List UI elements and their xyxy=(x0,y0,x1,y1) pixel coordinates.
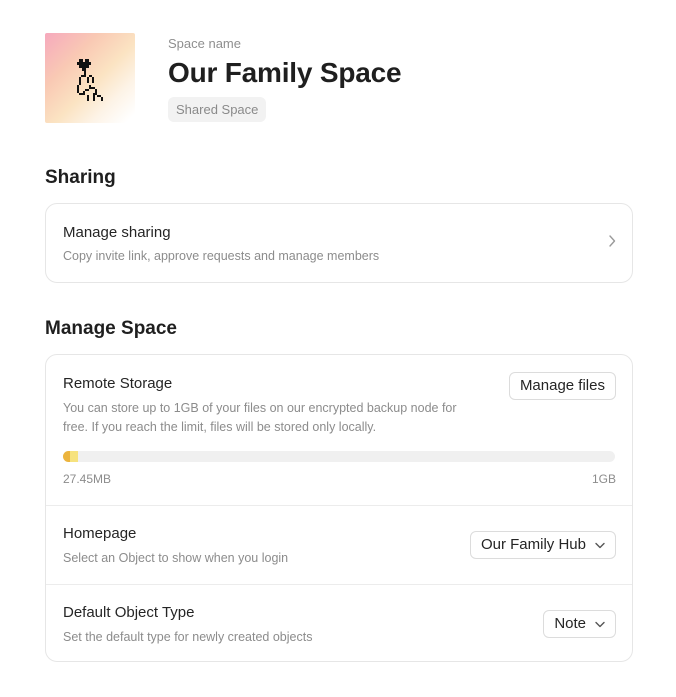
storage-used-label: 27.45MB xyxy=(63,472,112,486)
sharing-section-title: Sharing xyxy=(45,167,116,188)
sharing-card: Manage sharing Copy invite link, approve… xyxy=(45,203,633,283)
storage-limit-label: 1GB xyxy=(591,472,616,486)
storage-usage-bar xyxy=(63,451,615,462)
chevron-down-icon xyxy=(595,621,605,627)
homepage-title: Homepage xyxy=(63,525,137,542)
hand-heart-icon xyxy=(77,59,103,101)
remote-storage-description: You can store up to 1GB of your files on… xyxy=(63,399,457,437)
homepage-select-value: Our Family Hub xyxy=(480,536,586,553)
storage-usage-segment-primary xyxy=(63,451,70,462)
manage-files-button[interactable]: Manage files xyxy=(508,372,616,400)
remote-storage-row: Remote Storage You can store up to 1GB o… xyxy=(46,355,632,506)
default-object-type-select-value: Note xyxy=(554,615,586,632)
manage-sharing-title: Manage sharing xyxy=(63,224,171,241)
chevron-down-icon xyxy=(595,542,605,548)
default-object-type-title: Default Object Type xyxy=(63,604,195,621)
manage-space-card: Remote Storage You can store up to 1GB o… xyxy=(45,354,633,662)
default-object-type-select[interactable]: Note xyxy=(543,610,616,638)
chevron-right-icon xyxy=(609,235,616,247)
manage-space-section-title: Manage Space xyxy=(45,318,177,339)
homepage-description: Select an Object to show when you login xyxy=(63,551,289,565)
manage-sharing-row[interactable]: Manage sharing Copy invite link, approve… xyxy=(46,204,632,282)
homepage-select[interactable]: Our Family Hub xyxy=(469,531,616,559)
default-object-type-row: Default Object Type Set the default type… xyxy=(46,585,632,661)
remote-storage-description-line1: You can store up to 1GB of your files on… xyxy=(63,401,457,415)
default-object-type-description: Set the default type for newly created o… xyxy=(63,630,313,644)
space-name-label: Space name xyxy=(168,36,241,51)
space-title[interactable]: Our Family Space xyxy=(168,57,402,89)
manage-sharing-description: Copy invite link, approve requests and m… xyxy=(63,249,380,263)
storage-usage-segment-secondary xyxy=(70,451,78,462)
space-header: Space name Our Family Space Shared Space xyxy=(45,33,645,133)
space-icon[interactable] xyxy=(45,33,135,123)
space-type-badge: Shared Space xyxy=(168,97,267,122)
remote-storage-title: Remote Storage xyxy=(63,375,173,392)
homepage-row: Homepage Select an Object to show when y… xyxy=(46,506,632,585)
remote-storage-description-line2: free. If you reach the limit, files will… xyxy=(63,420,377,434)
